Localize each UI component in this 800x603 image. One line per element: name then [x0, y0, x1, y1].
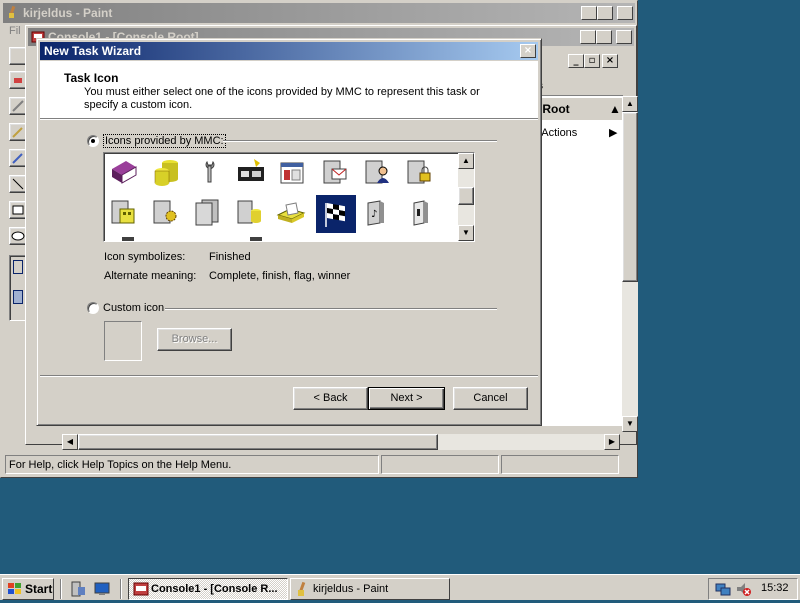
cancel-button[interactable]: Cancel — [453, 387, 528, 410]
radio-mmc-icons[interactable] — [87, 135, 99, 147]
icon-list-scroll-down-icon[interactable]: ▼ — [458, 225, 474, 241]
radio-mmc-label[interactable]: Icons provided by MMC: — [103, 134, 226, 148]
task-console[interactable]: Console1 - [Console R... — [128, 578, 288, 600]
paint-brush-icon — [6, 5, 20, 19]
console-close-button[interactable]: × — [616, 30, 632, 44]
scroll-left-icon[interactable]: ◀ — [62, 434, 78, 450]
taskbar-separator-2 — [120, 579, 122, 599]
quicklaunch-desktop-icon[interactable] — [94, 581, 110, 597]
computer-card-icon[interactable] — [234, 155, 268, 189]
switch-device-icon[interactable] — [404, 195, 438, 229]
windows-logo-icon — [7, 581, 23, 597]
fill-option-outline — [13, 260, 23, 274]
server-lock-icon[interactable] — [402, 155, 436, 189]
task-paint-label: kirjeldus - Paint — [313, 583, 389, 595]
quicklaunch-server-icon[interactable] — [70, 581, 86, 597]
status-cell-position — [381, 455, 499, 474]
footer-divider — [40, 375, 538, 377]
scroll-down-icon[interactable]: ▼ — [622, 416, 638, 432]
mdi-close-button[interactable]: × — [602, 54, 618, 68]
taskbar-separator — [60, 579, 62, 599]
partial-icon-row — [122, 237, 134, 241]
paint-menu-file[interactable]: Fil — [9, 25, 21, 37]
fill-option-filled — [13, 290, 23, 304]
radio-custom-icon[interactable] — [87, 302, 99, 314]
collapse-arrow-icon[interactable]: ▲ — [609, 98, 621, 120]
scroll-up-icon[interactable]: ▲ — [622, 96, 638, 112]
database-icon[interactable] — [150, 155, 184, 189]
scroll-thumb[interactable] — [622, 112, 638, 282]
minimize-button[interactable]: _ — [581, 6, 597, 20]
status-help-text: For Help, click Help Topics on the Help … — [5, 455, 379, 474]
window-icon[interactable] — [276, 155, 310, 189]
symbolizes-value: Finished — [209, 251, 251, 263]
paint-task-icon — [295, 581, 311, 597]
status-cell-size — [501, 455, 619, 474]
taskbar: Start Console1 - [Console R... kirjeldus… — [0, 574, 800, 600]
scroll-right-icon[interactable]: ▶ — [604, 434, 620, 450]
server-user-icon[interactable] — [360, 155, 394, 189]
submenu-arrow-icon: ▶ — [609, 127, 618, 139]
console-maximize-button[interactable]: □ — [596, 30, 612, 44]
volume-muted-icon[interactable] — [735, 581, 751, 597]
dialog-close-button[interactable]: × — [520, 44, 536, 58]
paint-status-bar: For Help, click Help Topics on the Help … — [3, 455, 635, 475]
server-building-icon[interactable] — [106, 195, 140, 229]
mdi-minimize-button[interactable]: _ — [568, 54, 584, 68]
close-button[interactable]: × — [617, 6, 633, 20]
server-gear-icon[interactable] — [148, 195, 182, 229]
new-task-wizard-dialog: New Task Wizard × Task Icon You must eit… — [36, 38, 542, 426]
clock[interactable]: 15:32 — [761, 582, 789, 594]
dialog-title-bar[interactable]: New Task Wizard × — [40, 42, 538, 60]
network-icon[interactable] — [715, 581, 731, 597]
alternate-value: Complete, finish, flag, winner — [209, 270, 351, 282]
partial-icon-row-2 — [250, 237, 262, 241]
browse-button[interactable]: Browse... — [157, 328, 232, 351]
icon-list-scroll-up-icon[interactable]: ▲ — [458, 153, 474, 169]
system-tray: 15:32 — [708, 578, 798, 600]
wizard-header: Task Icon You must either select one of … — [40, 61, 538, 119]
console-minimize-button[interactable]: _ — [580, 30, 596, 44]
radio-custom-label[interactable]: Custom icon — [103, 302, 164, 314]
server-database-icon[interactable] — [232, 195, 266, 229]
console-vertical-scrollbar[interactable]: ▲ ▼ — [622, 96, 638, 432]
hscroll-thumb[interactable] — [78, 434, 438, 450]
next-button[interactable]: Next > — [368, 387, 445, 410]
mmc-group-line — [223, 140, 497, 142]
dialog-title: New Task Wizard — [44, 44, 142, 58]
checkered-flag-icon[interactable] — [316, 195, 356, 233]
back-button[interactable]: < Back — [293, 387, 368, 410]
more-actions-item[interactable]: re Actions ▶ — [529, 124, 623, 142]
maximize-button[interactable]: □ — [597, 6, 613, 20]
mdi-restore-button[interactable]: ▫ — [584, 54, 600, 68]
console-task-icon — [133, 581, 149, 597]
start-button[interactable]: Start — [2, 578, 54, 600]
page-description: You must either select one of the icons … — [84, 86, 480, 111]
wrench-icon[interactable] — [192, 155, 226, 189]
music-device-icon[interactable]: ♪ — [360, 195, 394, 229]
alternate-label: Alternate meaning: — [104, 270, 197, 282]
server-stack-icon[interactable] — [190, 195, 224, 229]
symbolizes-label: Icon symbolizes: — [104, 251, 186, 263]
book-icon[interactable] — [106, 155, 140, 189]
page-title: Task Icon — [64, 71, 119, 85]
custom-icon-preview — [104, 321, 142, 361]
server-mail-icon[interactable] — [318, 155, 352, 189]
inbox-tray-icon[interactable] — [274, 195, 308, 229]
icon-list-scrollbar[interactable]: ▲ ▼ — [458, 153, 474, 241]
mmc-icon-list[interactable]: ♪ ▲ ▼ — [103, 152, 475, 242]
paint-title: kirjeldus - Paint — [23, 6, 113, 20]
task-console-label: Console1 - [Console R... — [151, 583, 278, 595]
console-horizontal-scrollbar[interactable]: ◀ ▶ — [62, 434, 620, 450]
custom-group-line — [165, 308, 497, 310]
svg-text:♪: ♪ — [371, 209, 377, 220]
paint-title-bar[interactable]: kirjeldus - Paint _ □ × — [3, 3, 635, 23]
start-label: Start — [25, 582, 53, 596]
icon-list-scroll-thumb[interactable] — [458, 187, 474, 205]
task-paint[interactable]: kirjeldus - Paint — [290, 578, 450, 600]
